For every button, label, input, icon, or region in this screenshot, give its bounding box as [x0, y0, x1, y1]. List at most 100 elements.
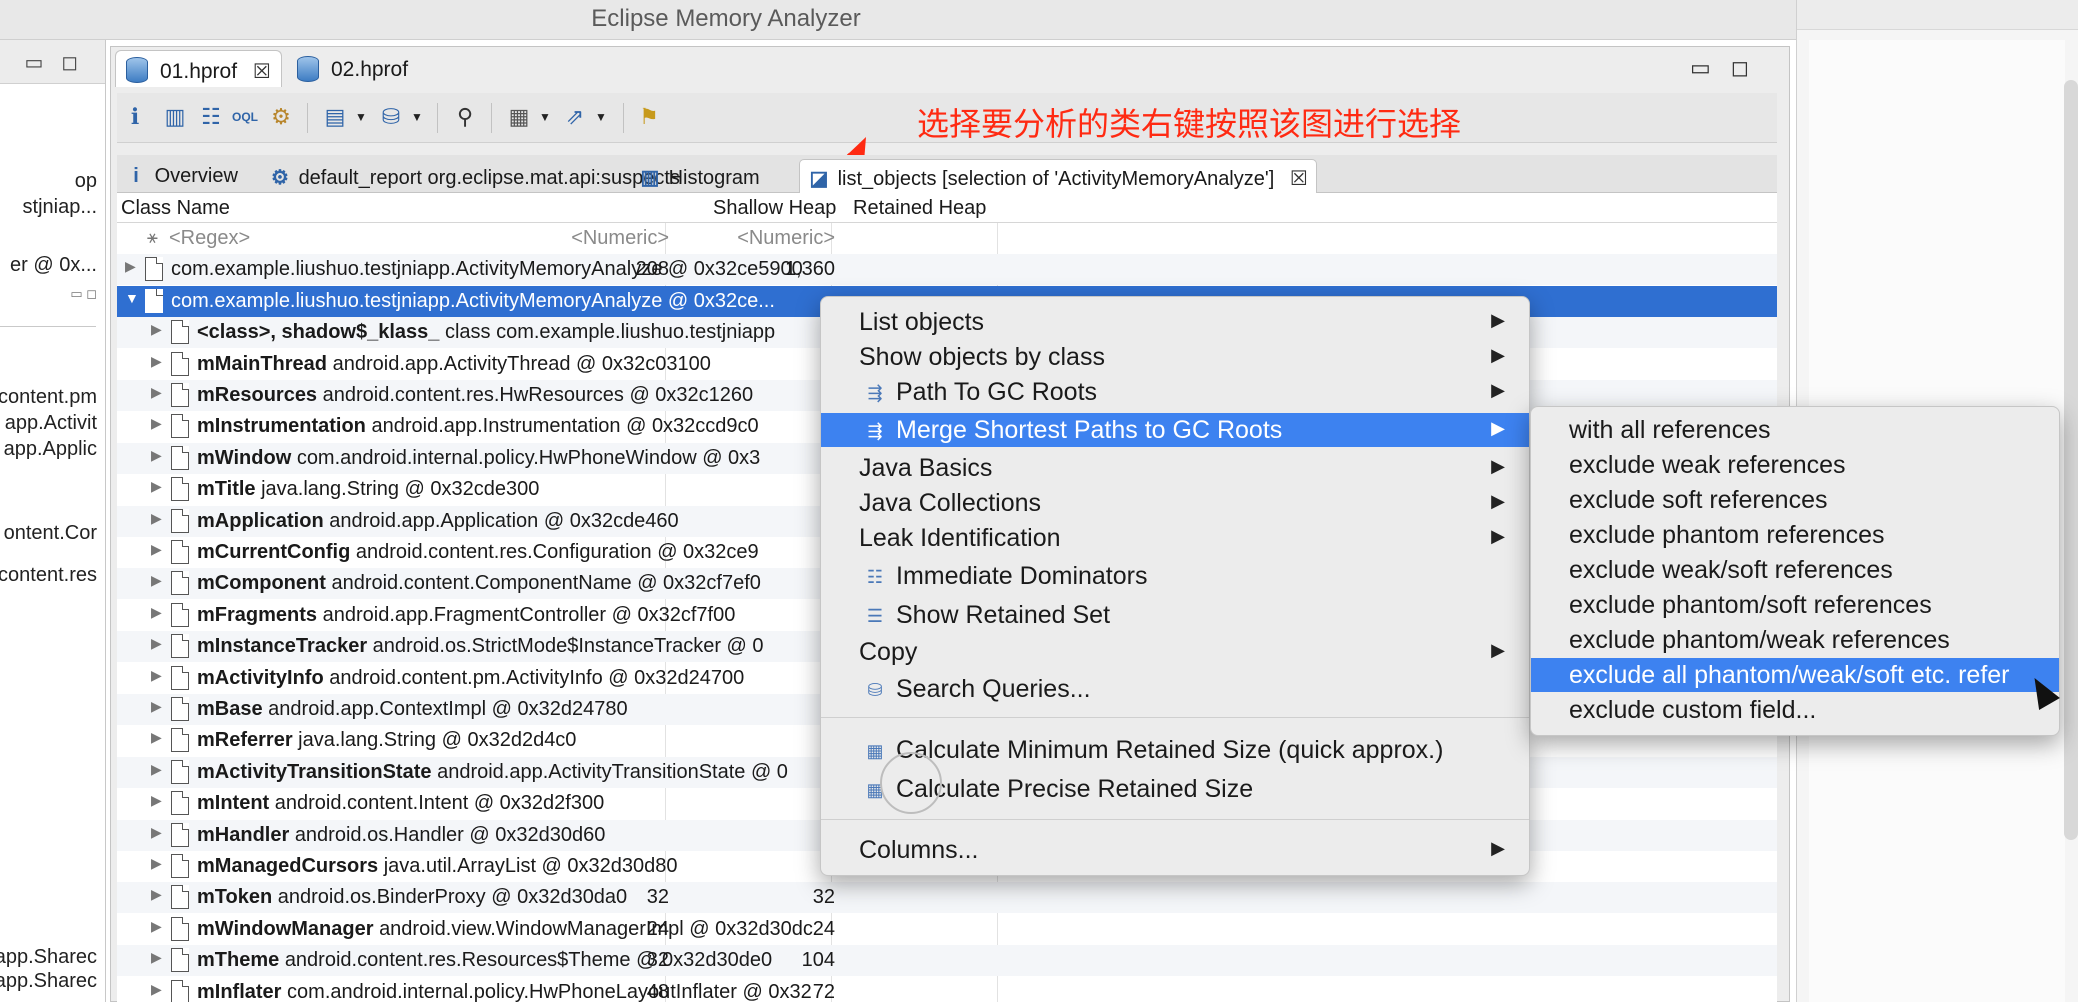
submenu-item-exclude-soft[interactable]: exclude soft references — [1531, 483, 2059, 517]
chevron-right-icon[interactable]: ▶ — [125, 258, 136, 275]
menu-item-java-collections[interactable]: Java Collections ▶ — [821, 486, 1529, 520]
chevron-right-icon[interactable]: ▶ — [151, 604, 162, 621]
tab-overview[interactable]: i Overview — [123, 159, 238, 193]
menu-item-java-basics[interactable]: Java Basics ▶ — [821, 451, 1529, 485]
table-row[interactable]: ▶ com.example.liushuo.testjniapp.Activity… — [117, 254, 1777, 286]
menu-item-show-retained-set[interactable]: ☰ Show Retained Set — [821, 598, 1529, 632]
tab-default-report[interactable]: ⚙ default_report org.eclipse.mat.api:sus… — [267, 159, 680, 193]
menu-item-immediate-dominators[interactable]: ☷ Immediate Dominators — [821, 559, 1529, 593]
chevron-right-icon[interactable]: ▶ — [151, 886, 162, 903]
search-icon[interactable]: ⚲ — [451, 103, 479, 131]
menu-item-search-queries[interactable]: ⛁ Search Queries... — [821, 672, 1529, 706]
chevron-down-icon[interactable]: ▼ — [587, 103, 615, 131]
chevron-right-icon[interactable]: ▶ — [151, 447, 162, 464]
menu-item-path-to-gc-roots[interactable]: ⇶ Path To GC Roots ▶ — [821, 375, 1529, 409]
table-row[interactable]: ▶ mWindowManager android.view.WindowManag… — [117, 914, 1777, 945]
right-pane-scrollbar[interactable] — [2064, 80, 2078, 840]
chevron-right-icon[interactable]: ▶ — [151, 353, 162, 370]
submenu-item-exclude-all[interactable]: exclude all phantom/weak/soft etc. refer — [1531, 658, 2059, 692]
file-tab-01[interactable]: 01.hprof ☒ — [115, 50, 282, 87]
submenu-item-all-references[interactable]: with all references — [1531, 413, 2059, 447]
chevron-right-icon[interactable]: ▶ — [151, 541, 162, 558]
chevron-right-icon[interactable]: ▶ — [151, 824, 162, 841]
info-icon[interactable]: ℹ — [121, 103, 149, 131]
chevron-down-icon[interactable]: ▼ — [125, 290, 139, 306]
histogram-icon[interactable]: ▥ — [161, 103, 189, 131]
close-icon[interactable]: ☒ — [1290, 166, 1308, 191]
field-name: mIntent — [197, 792, 270, 815]
chevron-right-icon[interactable]: ▶ — [151, 321, 162, 338]
menu-item-show-objects-by-class[interactable]: Show objects by class ▶ — [821, 340, 1529, 374]
query-dropdown-icon[interactable]: ⛁ — [377, 103, 405, 131]
submenu-item-exclude-phantom-soft[interactable]: exclude phantom/soft references — [1531, 588, 2059, 622]
left-panel-text[interactable]: ontent.Cor — [4, 522, 97, 545]
filter-shallow[interactable]: <Numeric> — [571, 227, 669, 250]
chevron-right-icon[interactable]: ▶ — [151, 415, 162, 432]
chevron-right-icon[interactable]: ▶ — [151, 510, 162, 527]
chevron-down-icon[interactable]: ▼ — [531, 103, 559, 131]
menu-item-merge-shortest-paths[interactable]: ⇶ Merge Shortest Paths to GC Roots ▶ — [821, 413, 1529, 447]
left-panel-text[interactable]: app.Activit — [5, 412, 97, 435]
chevron-right-icon[interactable]: ▶ — [151, 792, 162, 809]
field-name: mCurrentConfig — [197, 541, 351, 563]
left-panel-window-controls[interactable]: ▭◻ — [25, 50, 97, 75]
left-panel-text[interactable]: op — [75, 170, 97, 193]
oql-icon[interactable]: OQL — [231, 103, 259, 131]
maximize-icon[interactable]: ◻ — [1731, 55, 1769, 80]
chevron-down-icon[interactable]: ▼ — [403, 103, 431, 131]
left-panel-text[interactable]: content.res — [0, 564, 97, 587]
left-panel-text[interactable]: app.Applic — [4, 438, 97, 461]
column-header-shallow-heap[interactable]: Shallow Heap — [713, 197, 836, 220]
chevron-right-icon[interactable]: ▶ — [151, 949, 162, 966]
left-panel-text[interactable]: content.pm — [0, 386, 97, 409]
file-tab-02[interactable]: 02.hprof — [287, 50, 418, 87]
left-panel-minimize-icon[interactable]: ▭ ◻ — [70, 286, 97, 302]
heap-dump-icon[interactable]: ⚑ — [635, 103, 663, 131]
chevron-right-icon[interactable]: ▶ — [151, 981, 162, 998]
filter-regex[interactable]: <Regex> — [169, 227, 250, 250]
table-row[interactable]: ▶ mTheme android.content.res.Resources$Th… — [117, 945, 1777, 977]
minimize-icon[interactable]: ▭ — [1690, 55, 1731, 80]
menu-item-list-objects[interactable]: List objects ▶ — [821, 305, 1529, 339]
table-row[interactable]: ▶ mInflater com.android.internal.policy.H… — [117, 977, 1777, 1002]
chevron-right-icon[interactable]: ▶ — [151, 478, 162, 495]
menu-item-leak-identification[interactable]: Leak Identification ▶ — [821, 521, 1529, 555]
close-icon[interactable]: ☒ — [253, 59, 271, 84]
report-dropdown-icon[interactable]: ▤ — [321, 103, 349, 131]
submenu-item-exclude-phantom-weak[interactable]: exclude phantom/weak references — [1531, 623, 2059, 657]
chevron-down-icon[interactable]: ▼ — [347, 103, 375, 131]
chevron-right-icon[interactable]: ▶ — [151, 384, 162, 401]
calculator-dropdown-icon[interactable]: ▦ — [505, 103, 533, 131]
column-header-class-name[interactable]: Class Name — [121, 197, 230, 220]
table-row[interactable]: ▶ mToken android.os.BinderProxy @ 0x32d30… — [117, 882, 1777, 914]
submenu-item-exclude-custom-field[interactable]: exclude custom field... — [1531, 693, 2059, 727]
left-panel-text[interactable]: app.Sharec — [0, 946, 97, 969]
table-filter-row[interactable]: ⚹ <Regex> <Numeric> <Numeric> — [117, 223, 1777, 254]
chevron-right-icon: ▶ — [1491, 640, 1505, 660]
gear-icon[interactable]: ⚙ — [267, 103, 295, 131]
chevron-right-icon[interactable]: ▶ — [151, 729, 162, 746]
tab-histogram[interactable]: ▥ Histogram — [637, 159, 760, 193]
tab-list-objects[interactable]: ◪ list_objects [selection of 'ActivityMe… — [799, 159, 1317, 193]
submenu-item-exclude-weak-soft[interactable]: exclude weak/soft references — [1531, 553, 2059, 587]
export-dropdown-icon[interactable]: ⇗ — [561, 103, 589, 131]
left-panel-text[interactable]: er @ 0x... — [10, 254, 97, 277]
left-panel-text[interactable]: app.Sharec — [0, 970, 97, 993]
chevron-right-icon[interactable]: ▶ — [151, 667, 162, 684]
chevron-right-icon[interactable]: ▶ — [151, 572, 162, 589]
menu-item-copy[interactable]: Copy ▶ — [821, 635, 1529, 669]
menu-item-columns[interactable]: Columns... ▶ — [821, 833, 1529, 867]
column-header-retained-heap[interactable]: Retained Heap — [853, 197, 986, 220]
menu-item-label: Show objects by class — [859, 343, 1105, 371]
chevron-right-icon[interactable]: ▶ — [151, 855, 162, 872]
chevron-right-icon[interactable]: ▶ — [151, 698, 162, 715]
chevron-right-icon[interactable]: ▶ — [151, 761, 162, 778]
chevron-right-icon[interactable]: ▶ — [151, 635, 162, 652]
filter-retained[interactable]: <Numeric> — [737, 227, 835, 250]
submenu-item-exclude-weak[interactable]: exclude weak references — [1531, 448, 2059, 482]
file-tab-label: 02.hprof — [331, 58, 409, 81]
chevron-right-icon[interactable]: ▶ — [151, 918, 162, 935]
left-panel-text[interactable]: stjniap... — [23, 196, 97, 219]
dominator-tree-icon[interactable]: ☷ — [197, 103, 225, 131]
submenu-item-exclude-phantom[interactable]: exclude phantom references — [1531, 518, 2059, 552]
